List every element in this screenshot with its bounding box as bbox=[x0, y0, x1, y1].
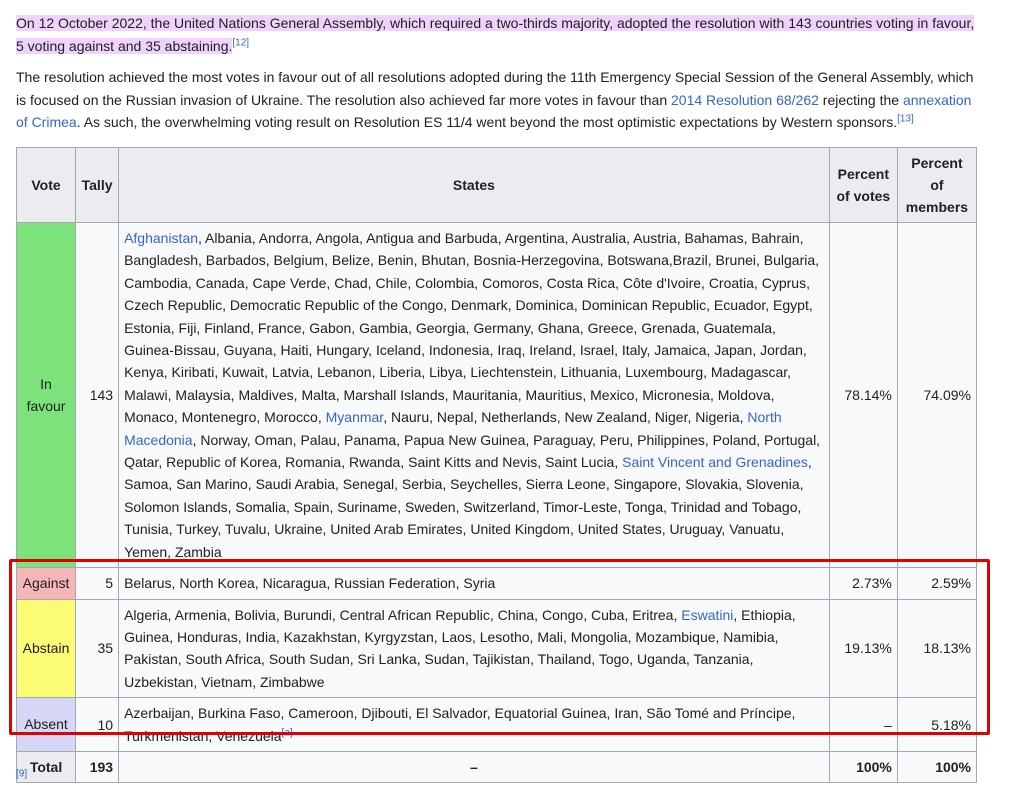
vote-abstain: Abstain bbox=[15, 598, 77, 699]
tally-abstain: 35 bbox=[75, 598, 120, 699]
header-percent-of-members: Percent of members bbox=[896, 147, 978, 223]
link-saint-vincent-and-grenadines[interactable]: Saint Vincent and Grenadines bbox=[622, 454, 808, 470]
pct-members-against: 2.59% bbox=[896, 567, 978, 600]
total-pct-votes: 100% bbox=[828, 751, 898, 784]
table-row-in-favour: In favour 143 Afghanistan, Albania, Ando… bbox=[15, 221, 978, 569]
highlighted-text: On 12 October 2022, the United Nations G… bbox=[16, 15, 975, 54]
total-states: – bbox=[118, 751, 830, 784]
total-tally: 193 bbox=[75, 751, 120, 784]
tally-in-favour: 143 bbox=[75, 221, 120, 569]
table-row-abstain: Abstain 35 Algeria, Armenia, Bolivia, Bu… bbox=[15, 598, 978, 699]
voting-results-table: Vote Tally States Percent of votes Perce… bbox=[15, 147, 978, 784]
states-in-favour: Afghanistan, Albania, Andorra, Angola, A… bbox=[118, 221, 830, 569]
table-row-total: Total 193 – 100% 100% bbox=[15, 751, 978, 784]
pct-votes-against: 2.73% bbox=[828, 567, 898, 600]
states-abstain: Algeria, Armenia, Bolivia, Burundi, Cent… bbox=[118, 598, 830, 699]
footnote-a[interactable]: [a] bbox=[282, 727, 293, 738]
paragraph-text: . As such, the overwhelming voting resul… bbox=[76, 114, 898, 130]
table-header-row: Vote Tally States Percent of votes Perce… bbox=[15, 147, 978, 223]
pct-members-in-favour: 74.09% bbox=[896, 221, 978, 569]
pct-members-abstain: 18.13% bbox=[896, 598, 978, 699]
header-tally: Tally bbox=[75, 147, 120, 223]
paragraph-text: rejecting the bbox=[818, 91, 903, 108]
states-text: Azerbaijan, Burkina Faso, Cameroon, Djib… bbox=[124, 705, 796, 744]
table-row-against: Against 5 Belarus, North Korea, Nicaragu… bbox=[15, 567, 978, 600]
states-text: Algeria, Armenia, Bolivia, Burundi, Cent… bbox=[124, 606, 682, 623]
link-afghanistan[interactable]: Afghanistan bbox=[124, 230, 198, 246]
table-source-caption: [9] bbox=[16, 769, 27, 785]
pct-votes-in-favour: 78.14% bbox=[828, 221, 898, 569]
states-absent: Azerbaijan, Burkina Faso, Cameroon, Djib… bbox=[118, 697, 830, 753]
paragraph-vote-summary: On 12 October 2022, the United Nations G… bbox=[16, 12, 978, 57]
citation-9[interactable]: [9] bbox=[16, 769, 27, 780]
states-against: Belarus, North Korea, Nicaragua, Russian… bbox=[118, 567, 830, 600]
vote-absent: Absent bbox=[15, 697, 77, 753]
citation-12[interactable]: [12] bbox=[232, 37, 249, 48]
pct-votes-absent: – bbox=[828, 697, 898, 753]
header-vote: Vote bbox=[15, 147, 77, 223]
pct-members-absent: 5.18% bbox=[896, 697, 978, 753]
header-percent-of-votes: Percent of votes bbox=[828, 147, 898, 223]
header-states: States bbox=[118, 147, 830, 223]
paragraph-resolution-context: The resolution achieved the most votes i… bbox=[16, 66, 978, 134]
states-text: , Albania, Andorra, Angola, Antigua and … bbox=[124, 230, 820, 426]
total-pct-members: 100% bbox=[896, 751, 978, 784]
tally-against: 5 bbox=[75, 567, 120, 600]
link-myanmar[interactable]: Myanmar bbox=[326, 409, 384, 425]
vote-in-favour: In favour bbox=[15, 221, 77, 569]
table-row-absent: Absent 10 Azerbaijan, Burkina Faso, Came… bbox=[15, 697, 978, 753]
link-resolution-68-262[interactable]: 2014 Resolution 68/262 bbox=[671, 92, 819, 108]
link-eswatini[interactable]: Eswatini bbox=[681, 607, 733, 623]
vote-against: Against bbox=[15, 567, 77, 600]
citation-13[interactable]: [13] bbox=[897, 113, 914, 124]
pct-votes-abstain: 19.13% bbox=[828, 598, 898, 699]
states-text: , Nauru, Nepal, Netherlands, New Zealand… bbox=[383, 409, 748, 426]
tally-absent: 10 bbox=[75, 697, 120, 753]
